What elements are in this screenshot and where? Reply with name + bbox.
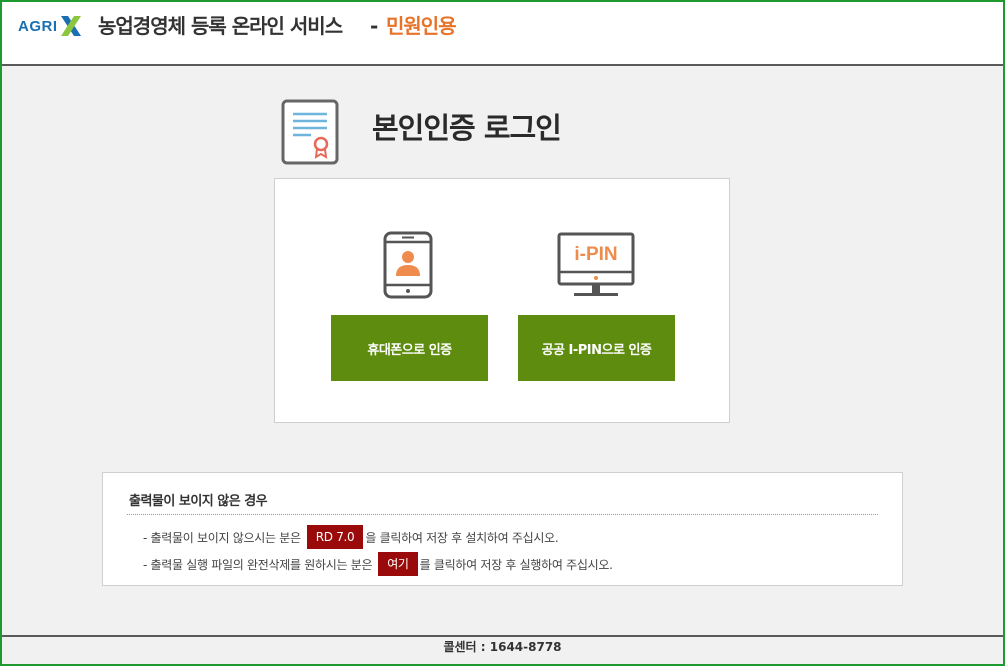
phone-auth-button[interactable]: 휴대폰으로 인증: [331, 315, 488, 381]
notice-line-install: - 출력물이 보이지 않으시는 분은 RD 7.0 을 클릭하여 저장 후 설치…: [143, 525, 559, 549]
title-separator: -: [370, 14, 379, 38]
rd-download-link[interactable]: RD 7.0: [306, 525, 364, 549]
ipin-auth-button[interactable]: 공공 I-PIN으로 인증: [518, 315, 675, 381]
notice-line-remove: - 출력물 실행 파일의 완전삭제를 원하시는 분은 여기 를 클릭하여 저장 …: [143, 552, 613, 576]
call-center-text: 콜센터 : 1644-8778: [443, 640, 562, 654]
service-title: 농업경영체 등록 온라인 서비스: [98, 14, 343, 38]
agrix-logo[interactable]: AGRI: [18, 11, 83, 41]
notice-line2-prefix: - 출력물 실행 파일의 완전삭제를 원하시는 분은: [143, 557, 373, 572]
app-frame: AGRI 농업경영체 등록 온라인 서비스 - 민원인용 본인인증 로그인 i-…: [0, 0, 1005, 666]
remove-tool-link[interactable]: 여기: [378, 552, 418, 576]
auth-method-panel: i-PIN 휴대폰으로 인증 공공 I-PIN으로 인증: [274, 178, 730, 423]
ipin-monitor-icon: i-PIN: [557, 232, 635, 296]
login-title: 본인인증 로그인: [372, 111, 562, 145]
logo-text: AGRI: [18, 17, 58, 35]
output-notice-panel: 출력물이 보이지 않은 경우 - 출력물이 보이지 않으시는 분은 RD 7.0…: [102, 472, 903, 586]
service-subtitle: 민원인용: [386, 14, 457, 38]
header: AGRI 농업경영체 등록 온라인 서비스 - 민원인용: [2, 2, 1003, 66]
mobile-phone-icon: [383, 231, 433, 299]
certificate-icon: [281, 99, 339, 165]
footer: 콜센터 : 1644-8778: [2, 635, 1003, 664]
notice-line1-prefix: - 출력물이 보이지 않으시는 분은: [143, 530, 301, 545]
notice-line2-suffix: 를 클릭하여 저장 후 실행하여 주십시오.: [419, 557, 613, 572]
notice-title: 출력물이 보이지 않은 경우: [129, 494, 268, 509]
ipin-icon-label: i-PIN: [574, 244, 617, 265]
notice-divider: [127, 514, 878, 515]
logo-x-icon: [60, 16, 81, 36]
notice-line1-suffix: 을 클릭하여 저장 후 설치하여 주십시오.: [365, 530, 559, 545]
